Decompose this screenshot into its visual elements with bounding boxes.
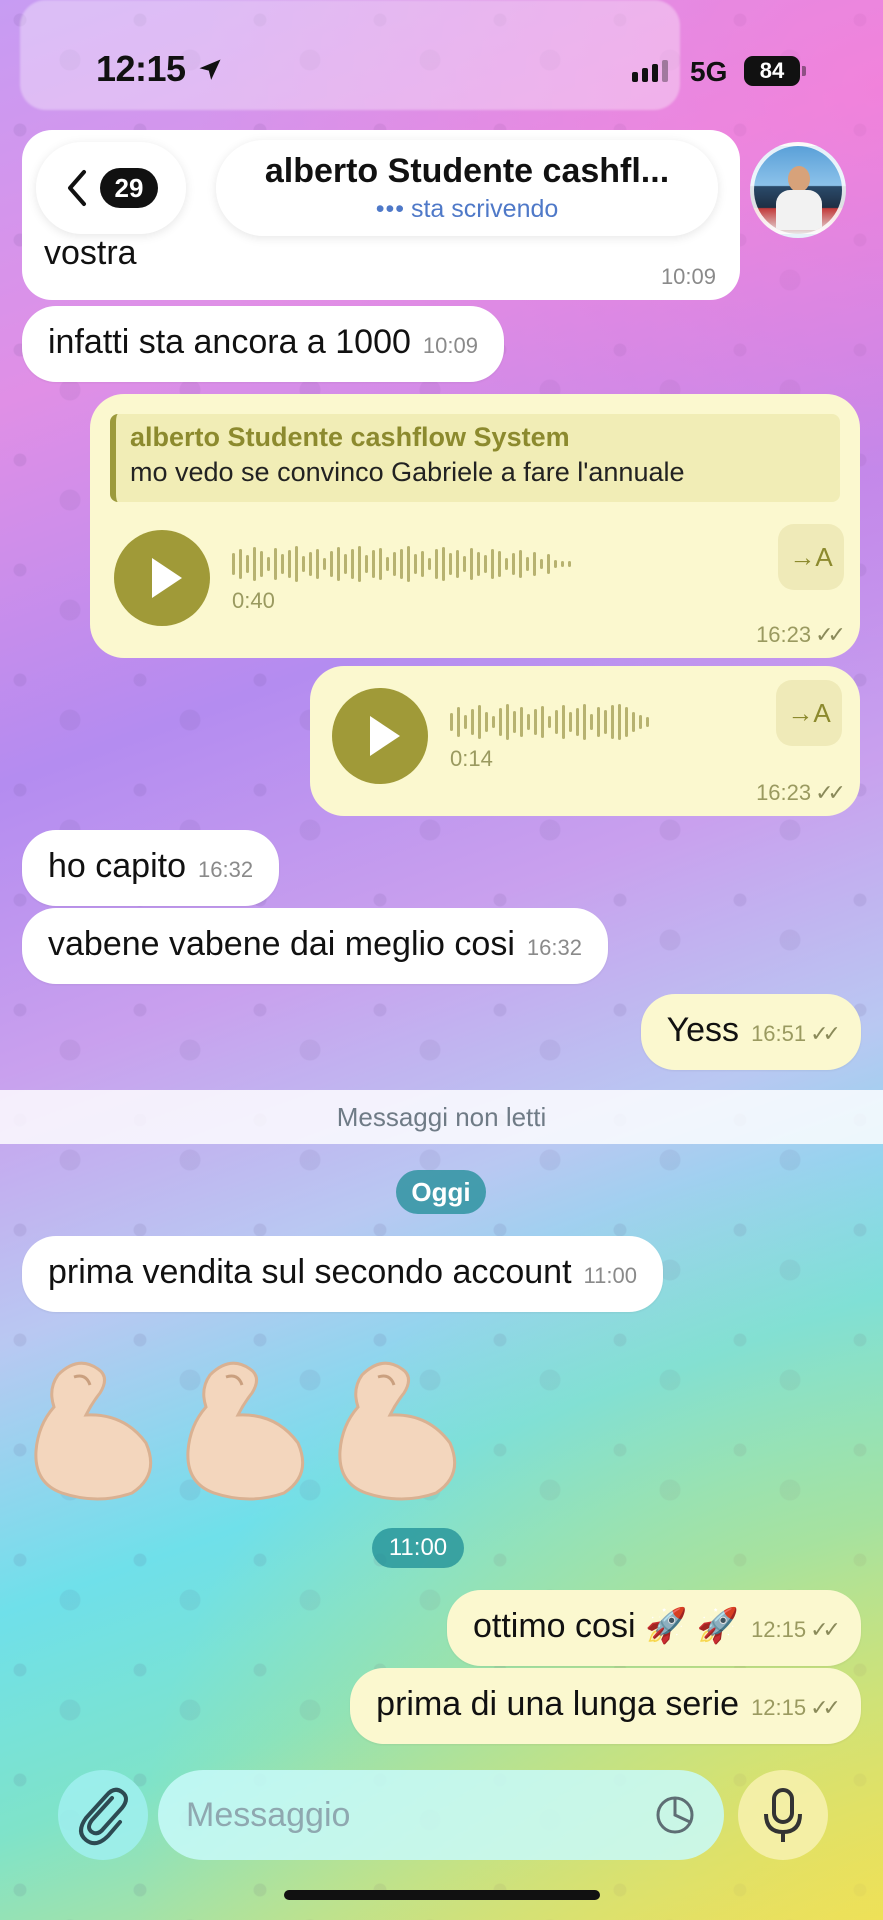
- checkmarks-icon: ✓✓: [815, 780, 846, 805]
- message-text: Yess: [666, 1011, 740, 1049]
- play-button[interactable]: [332, 688, 428, 784]
- message-bubble-incoming[interactable]: ho capito 16:32: [22, 830, 280, 906]
- chat-header: 29 alberto Studente cashfl... ••• sta scr…: [0, 140, 883, 240]
- checkmarks-icon: ✓✓: [810, 1617, 841, 1642]
- message-time: 16:51: [751, 1021, 807, 1046]
- sticker-icon[interactable]: [654, 1794, 696, 1836]
- waveform[interactable]: [450, 702, 649, 742]
- message-time: 16:32: [198, 857, 254, 882]
- status-bar: 12:15 5G 84: [0, 0, 883, 140]
- message-bubble-outgoing[interactable]: prima di una lunga serie 12:15 ✓✓: [350, 1668, 861, 1744]
- message-time: 12:15: [751, 1617, 807, 1642]
- status-time: 12:15: [96, 48, 186, 89]
- emoji-message[interactable]: [28, 1355, 488, 1510]
- home-indicator: [284, 1890, 600, 1900]
- avatar[interactable]: [750, 142, 846, 238]
- typing-dots-icon: •••: [375, 195, 405, 223]
- message-input[interactable]: [186, 1770, 646, 1860]
- message-time: 12:15: [751, 1695, 807, 1720]
- transcribe-button[interactable]: →A: [776, 680, 842, 746]
- message-text: prima di una lunga serie: [376, 1685, 740, 1723]
- flexed-biceps-icon: [338, 1361, 457, 1501]
- battery-indicator: 84: [744, 56, 806, 86]
- message-text: ottimo cosi 🚀 🚀: [473, 1607, 740, 1645]
- message-time: 10:09: [422, 333, 478, 358]
- chat-title-pill[interactable]: alberto Studente cashfl... ••• sta scrive…: [216, 140, 718, 236]
- microphone-button[interactable]: [738, 1770, 828, 1860]
- message-bubble-incoming[interactable]: vabene vabene dai meglio cosi 16:32: [22, 908, 608, 984]
- paperclip-icon: [79, 1787, 128, 1846]
- message-bubble-incoming[interactable]: infatti sta ancora a 1000 10:09: [22, 306, 504, 382]
- transcribe-button[interactable]: →A: [778, 524, 844, 590]
- play-button[interactable]: [114, 530, 210, 626]
- message-text: infatti sta ancora a 1000: [48, 323, 411, 361]
- unread-messages-divider: Messaggi non letti: [0, 1090, 883, 1144]
- flexed-biceps-icon: [186, 1361, 305, 1501]
- message-time: 16:32: [526, 935, 582, 960]
- flexed-biceps-icon: [34, 1361, 153, 1501]
- typing-status-text: sta scrivendo: [410, 195, 559, 223]
- voice-duration: 0:40: [232, 588, 275, 613]
- message-bubble-outgoing[interactable]: Yess 16:51 ✓✓: [640, 994, 861, 1070]
- checkmarks-icon: ✓✓: [810, 1021, 841, 1046]
- message-input-container[interactable]: [158, 1770, 724, 1860]
- emoji-message-time: 11:00: [372, 1528, 464, 1568]
- date-chip: Oggi: [396, 1170, 486, 1214]
- reply-quote[interactable]: alberto Studente cashflow System mo vedo…: [110, 414, 840, 502]
- chat-title: alberto Studente cashfl...: [264, 152, 670, 190]
- microphone-icon: [764, 1788, 802, 1842]
- message-time: 10:09: [660, 264, 716, 289]
- voice-message-bubble[interactable]: alberto Studente cashflow System mo vedo…: [90, 394, 860, 658]
- location-arrow-icon: [199, 59, 221, 80]
- message-text: ho capito: [48, 847, 186, 885]
- unread-count-badge: 29: [100, 168, 158, 208]
- network-type: 5G: [690, 56, 728, 87]
- checkmarks-icon: ✓✓: [810, 1695, 841, 1720]
- message-bubble-outgoing[interactable]: ottimo cosi 🚀 🚀 12:15 ✓✓: [447, 1590, 861, 1666]
- voice-message-bubble[interactable]: 0:14 →A 16:23 ✓✓: [310, 666, 860, 816]
- voice-duration: 0:14: [450, 746, 493, 771]
- message-text: prima vendita sul secondo account: [48, 1253, 572, 1291]
- message-text: vabene vabene dai meglio cosi: [48, 925, 515, 963]
- message-bubble-incoming[interactable]: prima vendita sul secondo account 11:00: [22, 1236, 663, 1312]
- checkmarks-icon: ✓✓: [815, 622, 846, 647]
- message-time: 11:00: [583, 1263, 637, 1288]
- attach-button[interactable]: [58, 1770, 148, 1860]
- signal-icon: [632, 60, 668, 82]
- message-time: 16:23 ✓✓: [756, 622, 846, 647]
- reply-text: mo vedo se convinco Gabriele a fare l'an…: [130, 457, 685, 487]
- back-button[interactable]: 29: [36, 142, 186, 234]
- waveform[interactable]: [232, 544, 571, 584]
- typing-status: ••• sta scrivendo: [216, 195, 718, 224]
- message-time: 16:23 ✓✓: [756, 780, 846, 805]
- chevron-left-icon: [68, 170, 86, 206]
- reply-sender-name: alberto Studente cashflow System: [130, 422, 570, 452]
